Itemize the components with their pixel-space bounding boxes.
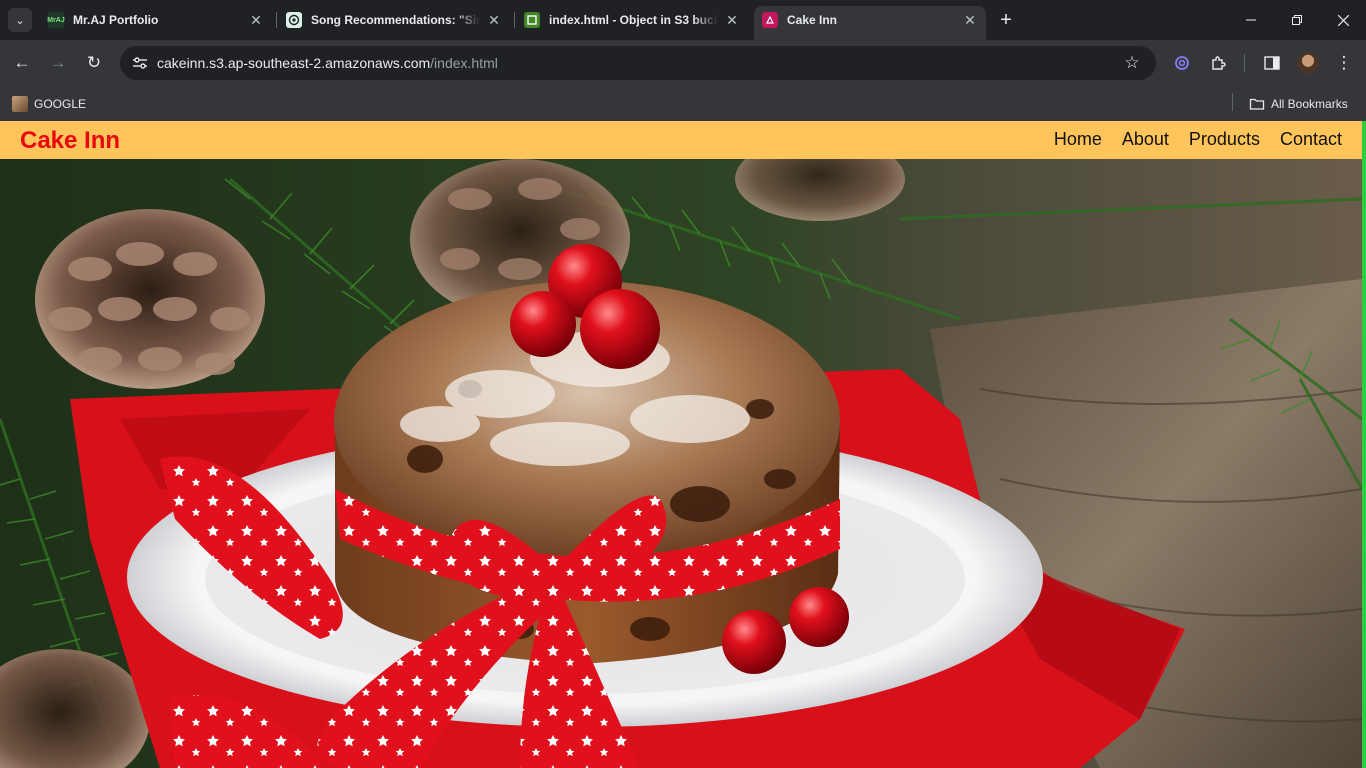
tab-title: Song Recommendations: "Similar	[311, 13, 480, 27]
site-brand[interactable]: Cake Inn	[20, 127, 120, 155]
nav-link-home[interactable]: Home	[1054, 129, 1102, 150]
bookmark-google[interactable]: GOOGLE	[12, 93, 86, 115]
close-tab-icon[interactable]: ✕	[962, 12, 978, 28]
nav-link-about[interactable]: About	[1122, 129, 1169, 150]
url-host: cakeinn.s3.ap-southeast-2.amazonaws.com	[157, 55, 431, 71]
tab-s3-object[interactable]: index.html - Object in S3 bucket ✕	[516, 6, 748, 34]
tune-icon	[133, 57, 147, 69]
nav-links: Home About Products Contact	[1054, 129, 1362, 150]
profile-avatar[interactable]	[1297, 52, 1319, 74]
bookmarks-bar: GOOGLE All Bookmarks	[0, 86, 1366, 121]
forward-button[interactable]: →	[44, 49, 72, 77]
close-tab-icon[interactable]: ✕	[486, 12, 502, 28]
tab-title: Cake Inn	[787, 13, 838, 27]
extension-button[interactable]	[1168, 49, 1196, 77]
url-text[interactable]: cakeinn.s3.ap-southeast-2.amazonaws.com/…	[157, 55, 498, 71]
hero-image	[0, 159, 1362, 768]
bookmark-label: GOOGLE	[34, 97, 87, 111]
browser-menu-button[interactable]: ⋮	[1330, 49, 1358, 77]
minimize-icon	[1246, 19, 1256, 21]
puzzle-icon	[1212, 56, 1226, 70]
bookmark-star-button[interactable]: ☆	[1120, 51, 1144, 75]
arrow-right-icon: →	[49, 53, 67, 72]
page-viewport: Cake Inn Home About Products Contact	[0, 121, 1366, 768]
close-tab-icon[interactable]: ✕	[248, 12, 264, 28]
plus-icon: +	[1000, 8, 1012, 31]
all-bookmarks-button[interactable]: All Bookmarks	[1249, 93, 1348, 115]
restore-icon	[1292, 15, 1302, 25]
site-navbar: Cake Inn Home About Products Contact	[0, 121, 1362, 159]
tab-separator	[276, 12, 277, 28]
page-scrollbar[interactable]	[1362, 121, 1366, 768]
nav-link-products[interactable]: Products	[1189, 129, 1260, 150]
new-tab-button[interactable]: +	[994, 8, 1018, 32]
restore-button[interactable]	[1274, 0, 1320, 40]
back-button[interactable]: ←	[8, 49, 36, 77]
side-panel-button[interactable]	[1258, 49, 1286, 77]
address-bar[interactable]: cakeinn.s3.ap-southeast-2.amazonaws.com/…	[120, 46, 1156, 80]
chevron-down-icon: ⌄	[15, 14, 25, 27]
star-icon: ☆	[1124, 53, 1140, 72]
tab-search-button[interactable]: ⌄	[8, 8, 32, 32]
folder-icon	[1249, 98, 1265, 110]
url-path: /index.html	[430, 55, 498, 71]
tab-song-recommendations[interactable]: Song Recommendations: "Similar ✕	[278, 6, 510, 34]
browser-toolbar: ← → ↻ cakeinn.s3.ap-southeast-2.amazonaw…	[0, 40, 1366, 86]
reload-button[interactable]: ↻	[80, 49, 108, 77]
reload-icon: ↻	[86, 53, 102, 72]
toolbar-divider	[1244, 54, 1245, 72]
tab-mraj-portfolio[interactable]: MrAJ Mr.AJ Portfolio ✕	[40, 6, 272, 34]
bookmarks-separator	[1232, 93, 1233, 111]
close-icon	[1337, 14, 1349, 26]
extensions-menu-button[interactable]	[1204, 49, 1232, 77]
tab-separator	[514, 12, 515, 28]
tab-title: Mr.AJ Portfolio	[73, 13, 159, 27]
tab-strip: ⌄ MrAJ Mr.AJ Portfolio ✕ Song Recommenda…	[0, 0, 1366, 40]
cake-favicon-icon	[762, 12, 778, 28]
nav-link-contact[interactable]: Contact	[1280, 129, 1342, 150]
more-vert-icon: ⋮	[1335, 53, 1353, 72]
close-window-button[interactable]	[1320, 0, 1366, 40]
arrow-left-icon: ←	[13, 53, 31, 72]
all-bookmarks-label: All Bookmarks	[1271, 97, 1348, 111]
side-panel-icon	[1264, 56, 1280, 70]
at-sign-icon	[1175, 56, 1189, 70]
openai-favicon-icon	[286, 12, 302, 28]
bookmark-favicon-icon	[12, 96, 28, 112]
mraj-favicon-icon: MrAJ	[47, 12, 65, 28]
close-tab-icon[interactable]: ✕	[724, 12, 740, 28]
site-info-button[interactable]	[128, 51, 152, 75]
minimize-button[interactable]	[1228, 0, 1274, 40]
tab-cake-inn[interactable]: Cake Inn ✕	[754, 6, 986, 40]
tab-title: index.html - Object in S3 bucket	[549, 13, 718, 27]
aws-s3-favicon-icon	[524, 12, 540, 28]
